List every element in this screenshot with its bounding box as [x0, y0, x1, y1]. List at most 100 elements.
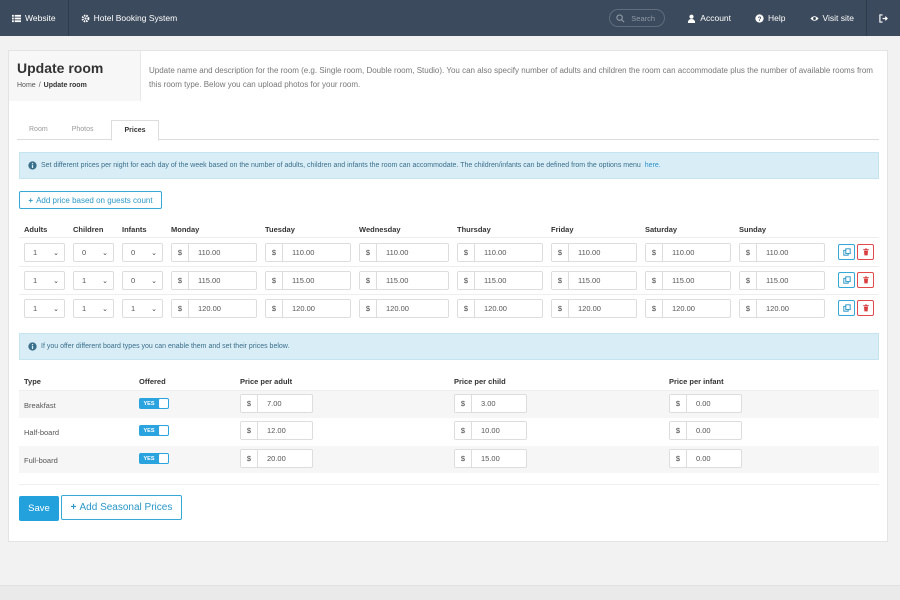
currency-addon: $ [455, 450, 472, 467]
adults-select[interactable]: 1 ⌄ [24, 243, 65, 262]
currency-addon: $ [360, 244, 377, 261]
children-select[interactable]: 1 ⌄ [73, 271, 114, 290]
currency-addon: $ [458, 244, 475, 261]
save-button[interactable]: Save [19, 496, 59, 521]
day-price-input[interactable]: $115.00 [551, 271, 637, 290]
price-column-header: Wednesday [359, 225, 401, 234]
day-price-input[interactable]: $110.00 [739, 243, 825, 262]
currency-addon: $ [646, 244, 663, 261]
board-column-header: Offered [139, 377, 166, 386]
toggle-label: YES [143, 400, 155, 407]
day-price-input[interactable]: $115.00 [739, 271, 825, 290]
currency-addon: $ [455, 395, 472, 412]
logout-button[interactable] [867, 0, 900, 36]
day-price-input[interactable]: $110.00 [551, 243, 637, 262]
price-column-header: Infants [122, 225, 147, 234]
price-per-infant-input[interactable]: $0.00 [669, 449, 742, 468]
chevron-down-icon: ⌄ [102, 249, 108, 257]
day-price-input[interactable]: $120.00 [265, 299, 351, 318]
tab-prices[interactable]: Prices [111, 120, 159, 141]
currency-addon: $ [241, 450, 258, 467]
chevron-down-icon: ⌄ [151, 305, 157, 313]
trash-icon [862, 248, 869, 256]
price-per-child-value: 15.00 [481, 454, 500, 463]
day-price-input[interactable]: $115.00 [359, 271, 449, 290]
duplicate-row-button[interactable] [838, 244, 855, 260]
day-price-input[interactable]: $115.00 [265, 271, 351, 290]
offered-toggle[interactable]: YES [139, 425, 169, 436]
adults-value: 1 [33, 304, 38, 313]
day-price-input[interactable]: $115.00 [457, 271, 543, 290]
day-price-input[interactable]: $120.00 [171, 299, 257, 318]
day-price-input[interactable]: $115.00 [645, 271, 731, 290]
price-per-infant-value: 0.00 [696, 426, 711, 435]
currency-addon: $ [646, 300, 663, 317]
infants-value: 1 [131, 304, 136, 313]
infants-select[interactable]: 0 ⌄ [122, 271, 163, 290]
infants-select[interactable]: 1 ⌄ [122, 299, 163, 318]
board-type-label: Half-board [24, 428, 60, 437]
delete-row-button[interactable] [857, 244, 874, 260]
breadcrumb-home[interactable]: Home [17, 82, 36, 89]
nav-help[interactable]: ? Help [743, 0, 797, 36]
add-price-button[interactable]: + Add price based on guests count [19, 191, 162, 209]
currency-addon: $ [740, 244, 757, 261]
price-per-child-input[interactable]: $15.00 [454, 449, 527, 468]
day-price-input[interactable]: $110.00 [359, 243, 449, 262]
day-price-value: 110.00 [672, 248, 695, 257]
day-price-input[interactable]: $120.00 [457, 299, 543, 318]
add-seasonal-prices-button[interactable]: + Add Seasonal Prices [61, 495, 182, 520]
day-price-input[interactable]: $115.00 [171, 271, 257, 290]
nav-visit-site[interactable]: Visit site [798, 0, 867, 36]
info-circle-icon [28, 161, 37, 170]
price-per-infant-value: 0.00 [696, 454, 711, 463]
top-navbar: Website Hotel Booking System Search Acco… [0, 0, 900, 36]
search-input[interactable]: Search [609, 9, 666, 27]
currency-addon: $ [552, 300, 569, 317]
tab-room[interactable]: Room [17, 120, 60, 140]
delete-row-button[interactable] [857, 272, 874, 288]
offered-toggle[interactable]: YES [139, 398, 169, 409]
children-select[interactable]: 1 ⌄ [73, 299, 114, 318]
plus-icon: + [28, 195, 34, 205]
price-per-adult-input[interactable]: $7.00 [240, 394, 313, 413]
price-per-child-input[interactable]: $3.00 [454, 394, 527, 413]
day-price-input[interactable]: $110.00 [457, 243, 543, 262]
duplicate-row-button[interactable] [838, 300, 855, 316]
day-price-input[interactable]: $110.00 [265, 243, 351, 262]
infants-select[interactable]: 0 ⌄ [122, 243, 163, 262]
options-menu-link[interactable]: here. [645, 162, 661, 169]
page-footer [0, 585, 900, 600]
nav-website[interactable]: Website [0, 0, 68, 36]
delete-row-button[interactable] [857, 300, 874, 316]
day-price-input[interactable]: $110.00 [645, 243, 731, 262]
offered-toggle[interactable]: YES [139, 453, 169, 464]
nav-app-name[interactable]: Hotel Booking System [69, 0, 190, 36]
adults-select[interactable]: 1 ⌄ [24, 271, 65, 290]
price-per-adult-input[interactable]: $12.00 [240, 421, 313, 440]
children-select[interactable]: 0 ⌄ [73, 243, 114, 262]
board-type-label: Breakfast [24, 401, 56, 410]
nav-account[interactable]: Account [675, 0, 743, 36]
day-price-value: 120.00 [672, 304, 695, 313]
duplicate-row-button[interactable] [838, 272, 855, 288]
tab-photos[interactable]: Photos [60, 120, 106, 140]
currency-addon: $ [670, 450, 687, 467]
price-per-infant-input[interactable]: $0.00 [669, 421, 742, 440]
day-price-input[interactable]: $120.00 [645, 299, 731, 318]
day-price-value: 115.00 [578, 276, 601, 285]
price-per-infant-input[interactable]: $0.00 [669, 394, 742, 413]
board-column-header: Price per child [454, 377, 506, 386]
day-price-value: 110.00 [766, 248, 789, 257]
price-per-adult-input[interactable]: $20.00 [240, 449, 313, 468]
day-price-input[interactable]: $120.00 [551, 299, 637, 318]
day-price-input[interactable]: $120.00 [739, 299, 825, 318]
price-per-child-input[interactable]: $10.00 [454, 421, 527, 440]
day-price-input[interactable]: $120.00 [359, 299, 449, 318]
currency-addon: $ [266, 244, 283, 261]
day-price-input[interactable]: $110.00 [171, 243, 257, 262]
infants-value: 0 [131, 248, 136, 257]
adults-select[interactable]: 1 ⌄ [24, 299, 65, 318]
search-icon [616, 13, 625, 23]
children-value: 1 [82, 276, 87, 285]
